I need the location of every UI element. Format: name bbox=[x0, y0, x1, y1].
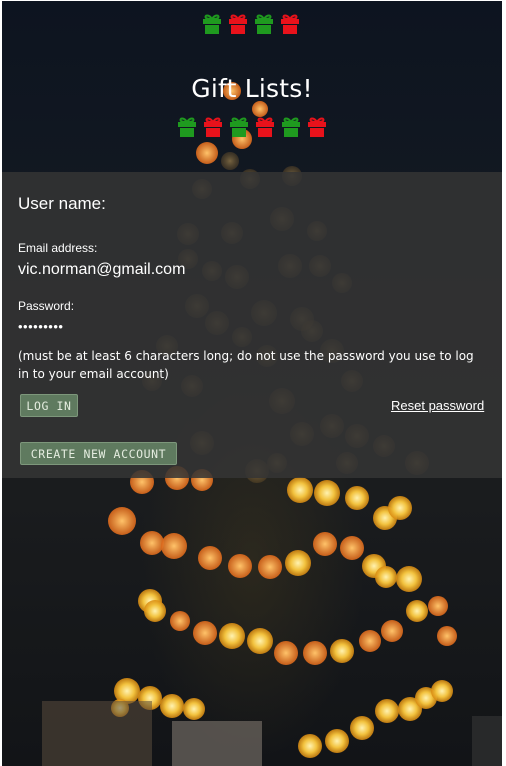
bokeh-light bbox=[247, 628, 273, 654]
password-label: Password: bbox=[18, 299, 75, 313]
bokeh-light bbox=[388, 496, 412, 520]
bokeh-light bbox=[140, 531, 164, 555]
gift-icon bbox=[228, 116, 250, 138]
gift-icon bbox=[176, 116, 198, 138]
bokeh-light bbox=[381, 620, 403, 642]
blurred-present bbox=[472, 716, 502, 766]
bokeh-light bbox=[161, 533, 187, 559]
bokeh-light bbox=[431, 680, 453, 702]
bokeh-light bbox=[350, 716, 374, 740]
create-account-button[interactable]: CREATE NEW ACCOUNT bbox=[20, 442, 177, 465]
bokeh-light bbox=[359, 630, 381, 652]
bokeh-light bbox=[198, 546, 222, 570]
gift-icon bbox=[201, 13, 223, 35]
gift-icon bbox=[306, 116, 328, 138]
bokeh-light bbox=[219, 623, 245, 649]
bokeh-light bbox=[375, 566, 397, 588]
password-field[interactable]: ••••••••• bbox=[18, 319, 63, 334]
bokeh-light bbox=[314, 480, 340, 506]
bokeh-light bbox=[428, 596, 448, 616]
bokeh-light bbox=[183, 698, 205, 720]
gift-icon bbox=[280, 116, 302, 138]
bokeh-light bbox=[340, 536, 364, 560]
bokeh-light bbox=[437, 626, 457, 646]
email-label: Email address: bbox=[18, 241, 98, 255]
bokeh-light bbox=[287, 477, 313, 503]
bokeh-light bbox=[228, 554, 252, 578]
gift-icon bbox=[254, 116, 276, 138]
bokeh-light bbox=[298, 734, 322, 758]
blurred-present bbox=[42, 701, 152, 766]
bokeh-light bbox=[303, 641, 327, 665]
password-hint: (must be at least 6 characters long; do … bbox=[18, 349, 474, 381]
bokeh-light bbox=[330, 639, 354, 663]
bokeh-light bbox=[396, 566, 422, 592]
header: Gift Lists! bbox=[2, 1, 502, 172]
gift-icon bbox=[227, 13, 249, 35]
gift-icon bbox=[202, 116, 224, 138]
bokeh-light bbox=[313, 532, 337, 556]
bokeh-light bbox=[170, 611, 190, 631]
email-field[interactable]: vic.norman@gmail.com bbox=[18, 261, 185, 279]
username-label: User name: bbox=[18, 194, 106, 213]
bokeh-light bbox=[345, 486, 369, 510]
gift-icon bbox=[253, 13, 275, 35]
background-photo: Gift Lists! User name: Email address: vi… bbox=[2, 1, 502, 766]
bokeh-light bbox=[406, 600, 428, 622]
gift-icons-bottom bbox=[176, 116, 328, 138]
reset-password-link[interactable]: Reset password bbox=[391, 398, 484, 413]
bokeh-light bbox=[325, 729, 349, 753]
gift-icons-top bbox=[201, 13, 301, 35]
page-title: Gift Lists! bbox=[191, 74, 313, 103]
bokeh-light bbox=[258, 555, 282, 579]
login-panel: User name: Email address: vic.norman@gma… bbox=[2, 172, 502, 478]
bokeh-light bbox=[144, 600, 166, 622]
bokeh-light bbox=[274, 641, 298, 665]
gift-icon bbox=[279, 13, 301, 35]
login-button[interactable]: LOG IN bbox=[20, 394, 78, 417]
bokeh-light bbox=[108, 507, 136, 535]
bokeh-light bbox=[285, 550, 311, 576]
bokeh-light bbox=[193, 621, 217, 645]
bokeh-light bbox=[375, 699, 399, 723]
bokeh-light bbox=[160, 694, 184, 718]
blurred-present bbox=[172, 721, 262, 766]
